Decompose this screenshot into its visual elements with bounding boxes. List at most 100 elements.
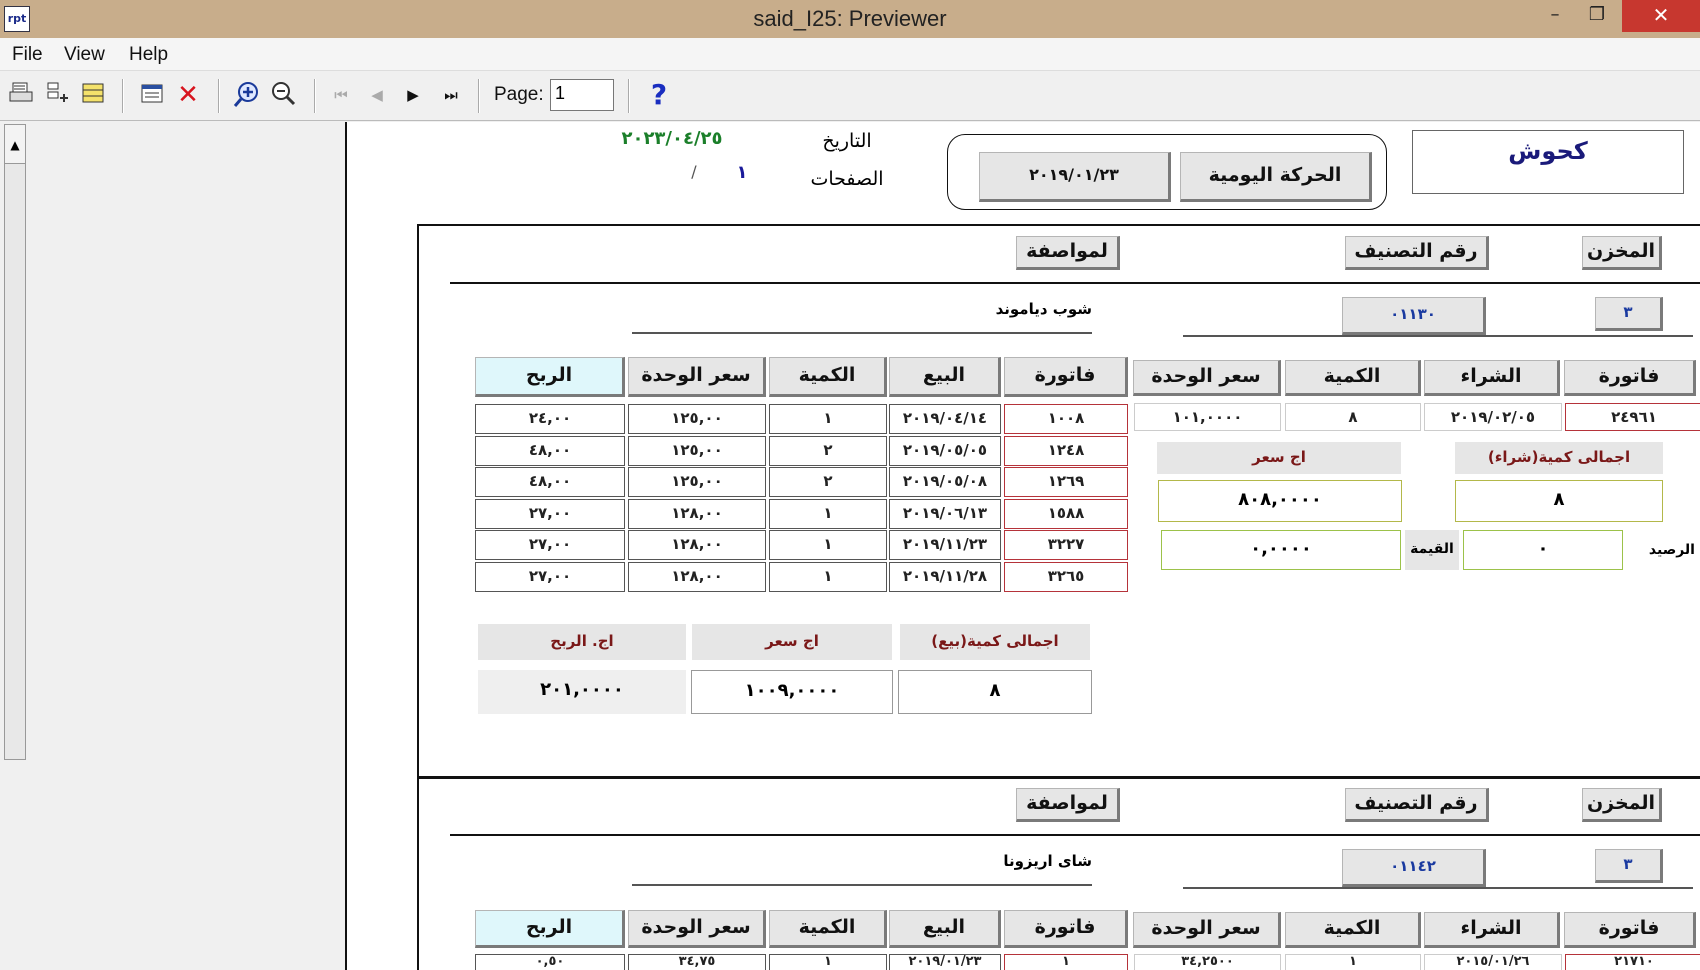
purchase-invoice-cell: ٢٤٩٦١ xyxy=(1565,403,1700,431)
sale-unit-price-cell: ١٢٥,٠٠ xyxy=(628,435,766,466)
sale-profit-header: الربح xyxy=(475,910,625,948)
menu-view[interactable]: View xyxy=(64,38,105,71)
total-profit-label: اج. الربح xyxy=(478,624,686,660)
sale-qty-header: الكمية xyxy=(769,357,887,397)
sale-unit-price-header: سعر الوحدة xyxy=(628,357,766,397)
total-sale-qty-label: اجمالى كمية(بيع) xyxy=(900,624,1090,660)
class-value: ٠١١٤٢ xyxy=(1342,849,1486,887)
last-page-icon[interactable]: ⏭ xyxy=(436,80,466,110)
purchase-date-cell: ٢٠١٥/٠١/٢٦ xyxy=(1424,954,1562,970)
sale-unit-price-cell: ١٢٨,٠٠ xyxy=(628,498,766,529)
page-number-input[interactable]: 1 xyxy=(550,79,614,111)
toolbar-separator xyxy=(628,79,630,113)
purchase-date-header: الشراء xyxy=(1424,912,1560,948)
total-sale-price-value: ١٠٠٩,٠٠٠٠ xyxy=(691,670,893,714)
page-setup-icon[interactable] xyxy=(137,80,167,110)
purchase-invoice-header: فاتورة xyxy=(1564,360,1696,396)
first-page-icon[interactable]: ⏮ xyxy=(326,80,356,110)
zoom-in-icon[interactable] xyxy=(232,80,262,110)
help-icon[interactable]: ? xyxy=(644,80,674,110)
sale-qty-cell: ١ xyxy=(769,404,887,434)
purchase-unit-price-header: سعر الوحدة xyxy=(1133,912,1281,948)
sale-invoice-cell: ١٢٤٨ xyxy=(1004,435,1128,466)
zoom-out-icon[interactable] xyxy=(268,80,298,110)
purchase-qty-header: الكمية xyxy=(1285,360,1421,396)
vertical-scrollbar[interactable] xyxy=(4,124,26,760)
window-title: said_I25: Previewer xyxy=(753,6,947,31)
class-underline xyxy=(1183,887,1693,889)
date-label: التاريخ xyxy=(822,130,872,152)
sale-profit-cell: ٠,٥٠ xyxy=(475,954,625,970)
value-label: القيمة xyxy=(1405,530,1459,570)
toolbar-separator xyxy=(218,79,220,113)
sale-unit-price-cell: ١٢٥,٠٠ xyxy=(628,467,766,497)
close-button[interactable]: ✕ xyxy=(1622,0,1700,32)
left-pane xyxy=(0,122,345,970)
purchase-unit-price-cell: ٣٤,٢٥٠٠ xyxy=(1134,954,1281,970)
total-price-label: اج سعر xyxy=(1157,442,1401,474)
store-label: المخزن xyxy=(1582,236,1662,270)
toolbar-separator xyxy=(478,79,480,113)
previous-page-icon[interactable]: ◀ xyxy=(362,80,392,110)
item-name: شاى اريزونا xyxy=(1003,852,1092,870)
page-label: Page: xyxy=(494,84,544,105)
next-page-icon[interactable]: ▶ xyxy=(398,80,428,110)
sale-unit-price-cell: ١٢٥,٠٠ xyxy=(628,404,766,434)
sale-invoice-header: فاتورة xyxy=(1004,357,1128,397)
sale-qty-header: الكمية xyxy=(769,910,887,948)
menu-help[interactable]: Help xyxy=(129,38,168,71)
purchase-invoice-header: فاتورة xyxy=(1564,912,1696,948)
app-icon[interactable]: rpt xyxy=(4,6,30,32)
sale-date-cell: ٢٠١٩/٠٥/٠٥ xyxy=(889,435,1001,466)
print-setup-icon[interactable] xyxy=(42,80,72,110)
sale-date-cell: ٢٠١٩/١١/٢٨ xyxy=(889,561,1001,592)
pages-label: الصفحات xyxy=(810,168,884,190)
maximize-button[interactable]: ❐ xyxy=(1574,0,1620,32)
print-date: ٢٠٢٣/٠٤/٢٥ xyxy=(621,128,723,149)
mail-icon[interactable] xyxy=(78,80,108,110)
balance-label: الرصيد xyxy=(1648,542,1695,558)
purchase-invoice-cell: ٢١٧١٠ xyxy=(1565,954,1700,970)
company-name-box: كحوش xyxy=(1412,130,1684,194)
sale-date-cell: ٢٠١٩/٠٥/٠٨ xyxy=(889,467,1001,497)
total-purchase-qty-label: اجمالى كمية(شراء) xyxy=(1455,442,1663,474)
minimize-button[interactable]: – xyxy=(1532,0,1578,32)
toolbar-separator xyxy=(314,79,316,113)
sale-unit-price-header: سعر الوحدة xyxy=(628,910,766,948)
purchase-date-header: الشراء xyxy=(1424,360,1560,396)
sale-invoice-cell: ٣٢٢٧ xyxy=(1004,530,1128,560)
print-icon[interactable] xyxy=(6,80,36,110)
class-value: ٠١١٣٠ xyxy=(1342,297,1486,335)
purchase-date-cell: ٢٠١٩/٠٢/٠٥ xyxy=(1424,403,1562,431)
sale-invoice-cell: ١٥٨٨ xyxy=(1004,498,1128,529)
spec-label: لمواصفة xyxy=(1016,236,1120,270)
scroll-up-arrow-icon[interactable]: ▲ xyxy=(4,124,26,164)
class-label: رقم التصنيف xyxy=(1345,788,1489,822)
close-preview-icon[interactable]: ✕ xyxy=(173,80,203,110)
purchase-qty-cell: ١ xyxy=(1285,954,1421,970)
sale-profit-cell: ٤٨,٠٠ xyxy=(475,435,625,466)
value-amount: ٠,٠٠٠٠ xyxy=(1161,530,1401,570)
sale-unit-price-cell: ١٢٨,٠٠ xyxy=(628,530,766,560)
sale-invoice-cell: ١٢٦٩ xyxy=(1004,467,1128,497)
sale-qty-cell: ١ xyxy=(769,561,887,592)
sale-date-cell: ٢٠١٩/١١/٢٣ xyxy=(889,530,1001,560)
class-underline xyxy=(1183,335,1693,337)
total-profit-value: ٢٠١,٠٠٠٠ xyxy=(478,670,686,714)
toolbar: ✕ ⏮ ◀ ▶ ⏭ Page: 1 ? xyxy=(0,71,1700,121)
sale-qty-cell: ١ xyxy=(769,954,887,970)
page-separator: / xyxy=(691,162,697,181)
sale-qty-cell: ٢ xyxy=(769,467,887,497)
item-name-underline xyxy=(632,332,1092,334)
total-price-value: ٨٠٨,٠٠٠٠ xyxy=(1158,480,1402,522)
item-name: شوب دياموند xyxy=(995,300,1092,318)
sale-date-header: البيع xyxy=(889,910,1001,948)
sale-unit-price-cell: ١٢٨,٠٠ xyxy=(628,561,766,592)
purchase-unit-price-header: سعر الوحدة xyxy=(1133,360,1281,396)
menu-file[interactable]: File xyxy=(12,38,43,71)
sale-profit-header: الربح xyxy=(475,357,625,397)
section-separator xyxy=(417,776,1700,779)
sale-qty-cell: ١ xyxy=(769,498,887,529)
spec-label: لمواصفة xyxy=(1016,788,1120,822)
sale-invoice-header: فاتورة xyxy=(1004,910,1128,948)
